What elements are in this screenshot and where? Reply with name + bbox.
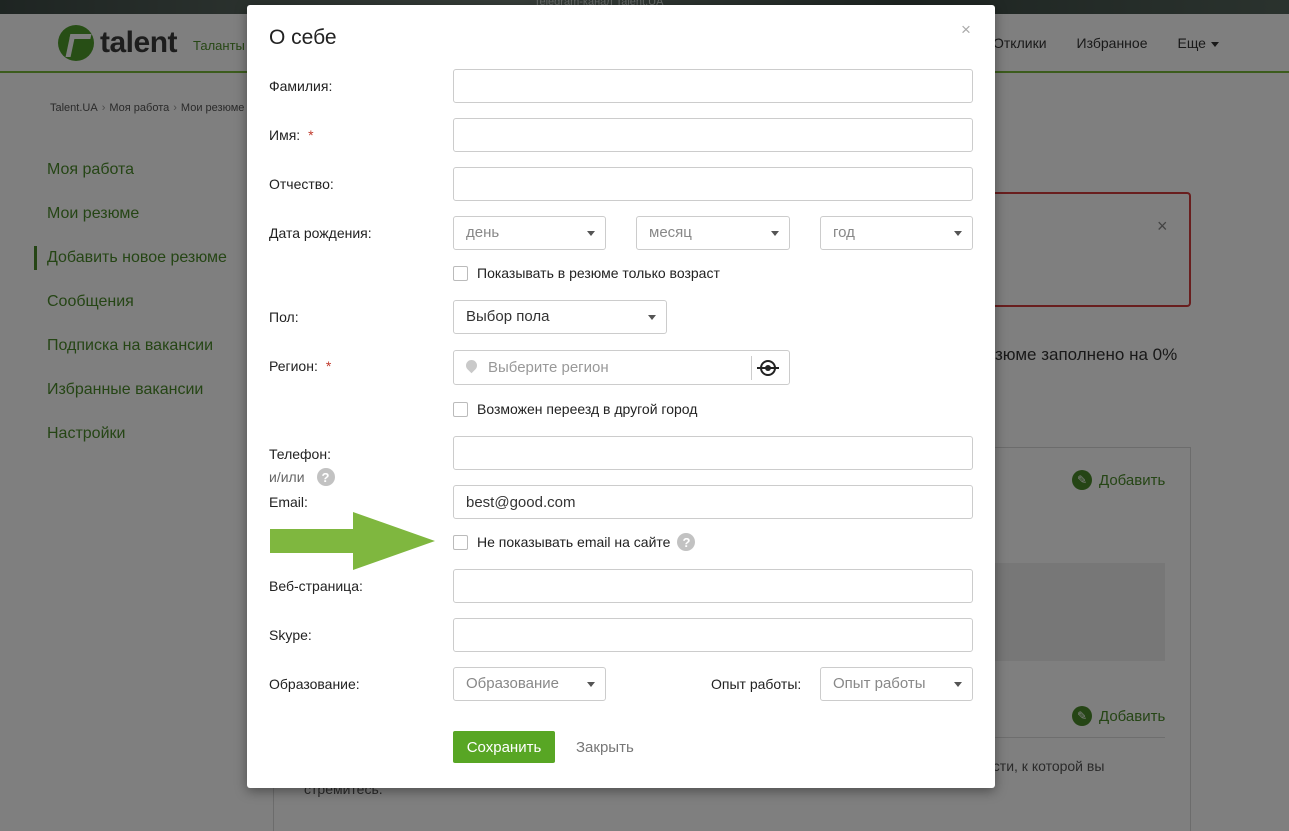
gender-label: Пол: [269,309,299,325]
hide-email-checkbox[interactable] [453,534,468,550]
gender-value: Выбор пола [466,308,550,325]
last-name-input[interactable] [453,69,973,103]
birthdate-label: Дата рождения: [269,225,372,241]
education-label: Образование: [269,676,360,692]
chevron-down-icon [954,682,962,687]
map-pin-icon [463,357,480,374]
birth-day-select[interactable]: день [453,216,606,250]
close-icon[interactable]: × [961,20,971,40]
phone-input[interactable] [453,436,973,470]
first-name-label: Имя: * [269,127,314,143]
save-button[interactable]: Сохранить [453,731,555,763]
relocation-checkbox[interactable] [453,401,468,417]
region-label: Регион: * [269,358,331,374]
help-icon[interactable]: ? [316,468,335,486]
email-input[interactable] [453,485,973,519]
skype-label: Skype: [269,627,312,643]
and-or-text: и/или [269,469,305,485]
middle-name-input[interactable] [453,167,973,201]
phone-label: Телефон: [269,446,331,462]
birth-month-select[interactable]: месяц [636,216,790,250]
region-label-text: Регион: [269,358,318,374]
gender-select[interactable]: Выбор пола [453,300,667,334]
about-me-modal: О себе × Фамилия: Имя: * Отчество: Дата р… [247,5,995,788]
first-name-input[interactable] [453,118,973,152]
website-label: Веб-страница: [269,578,363,594]
modal-title: О себе [269,26,337,49]
experience-select[interactable]: Опыт работы [820,667,973,701]
chevron-down-icon [954,231,962,236]
relocation-row[interactable]: Возможен переезд в другой город [453,401,697,417]
birth-year-select[interactable]: год [820,216,973,250]
region-input[interactable]: Выберите регион [453,350,790,385]
divider [751,356,752,380]
show-age-only-checkbox[interactable] [453,265,468,281]
hide-email-row[interactable]: Не показывать email на сайте? [453,533,696,551]
experience-label: Опыт работы: [711,676,802,692]
and-or-label: и/или? [269,468,335,486]
website-input[interactable] [453,569,973,603]
birth-day-value: день [466,224,500,241]
show-age-only-row[interactable]: Показывать в резюме только возраст [453,265,720,281]
required-mark: * [325,358,332,374]
region-placeholder: Выберите регион [488,359,609,376]
help-icon[interactable]: ? [677,533,696,551]
education-select[interactable]: Образование [453,667,606,701]
required-mark: * [308,127,314,143]
skype-input[interactable] [453,618,973,652]
middle-name-label: Отчество: [269,176,334,192]
geolocation-icon[interactable] [757,360,779,376]
experience-value: Опыт работы [833,675,926,692]
birth-year-value: год [833,224,855,241]
last-name-label: Фамилия: [269,78,333,94]
relocation-label: Возможен переезд в другой город [477,401,698,417]
chevron-down-icon [587,231,595,236]
education-value: Образование [466,675,559,692]
annotation-arrow-icon [270,512,435,570]
close-button[interactable]: Закрыть [576,739,634,756]
birth-month-value: месяц [649,224,692,241]
chevron-down-icon [587,682,595,687]
email-label: Email: [269,494,308,510]
show-age-only-label: Показывать в резюме только возраст [477,265,720,281]
hide-email-label: Не показывать email на сайте [477,534,671,550]
first-name-label-text: Имя: [269,127,301,143]
chevron-down-icon [648,315,656,320]
chevron-down-icon [771,231,779,236]
